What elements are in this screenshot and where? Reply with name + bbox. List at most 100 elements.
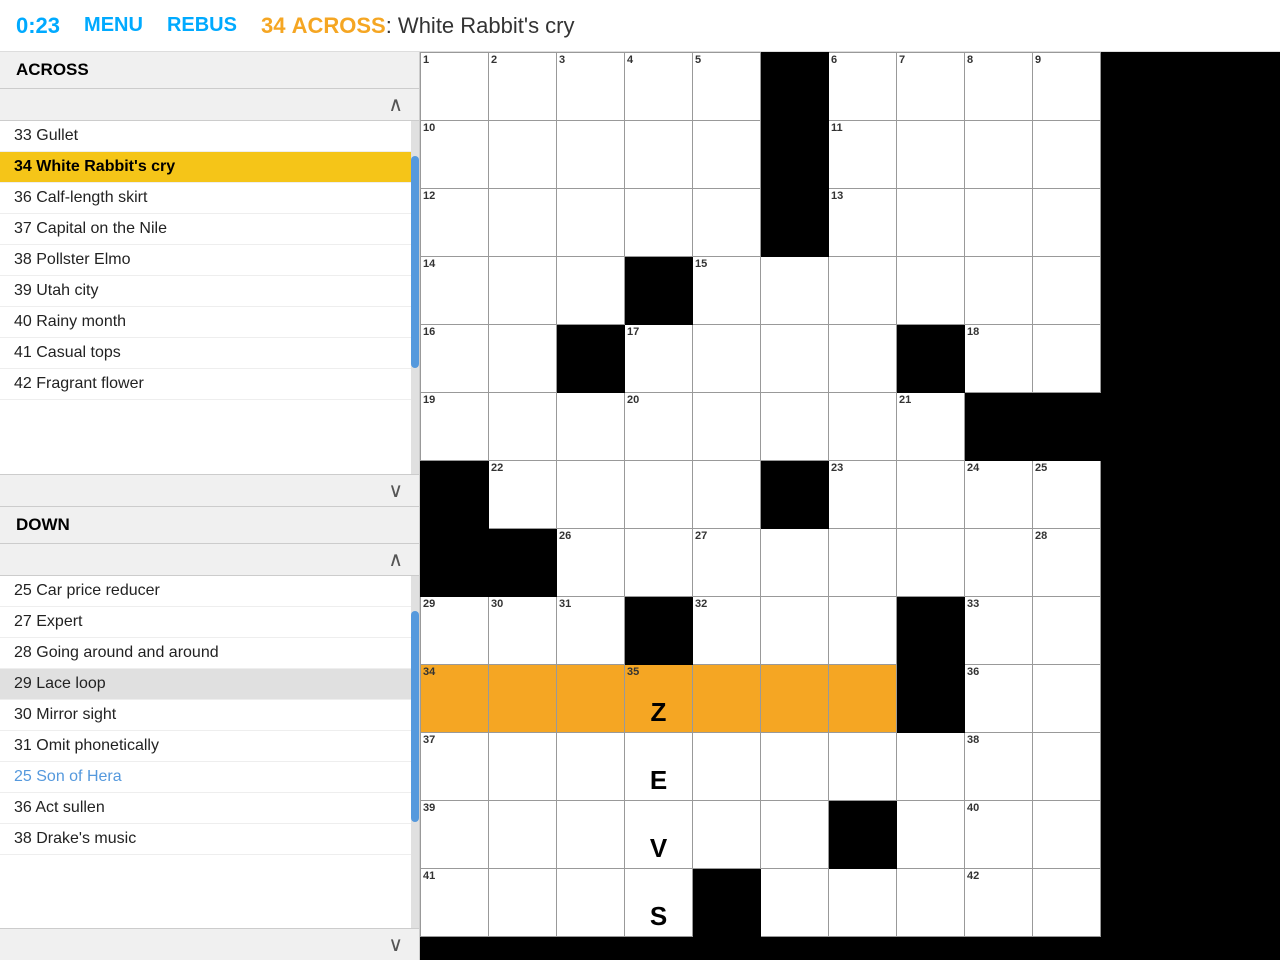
grid-cell[interactable]	[897, 121, 965, 189]
grid-cell[interactable]	[557, 801, 625, 869]
grid-cell[interactable]	[761, 665, 829, 733]
grid-cell[interactable]	[897, 665, 965, 733]
down-scroll-up[interactable]: ∧	[0, 544, 419, 576]
grid-cell[interactable]: 5	[693, 53, 761, 121]
grid-cell[interactable]	[761, 597, 829, 665]
grid-cell[interactable]: 31	[557, 597, 625, 665]
grid-cell[interactable]	[625, 257, 693, 325]
grid-cell[interactable]: 2	[489, 53, 557, 121]
grid-cell[interactable]	[557, 869, 625, 937]
grid-cell[interactable]: 32	[693, 597, 761, 665]
grid-cell[interactable]: 33	[965, 597, 1033, 665]
grid-cell[interactable]	[693, 121, 761, 189]
across-clue-item[interactable]: 33 Gullet	[0, 121, 419, 152]
grid-cell[interactable]: 4	[625, 53, 693, 121]
across-clue-item[interactable]: 39 Utah city	[0, 276, 419, 307]
down-clue-item[interactable]: 27 Expert	[0, 607, 419, 638]
grid-cell[interactable]	[557, 461, 625, 529]
across-scroll-down[interactable]: ∨	[0, 474, 419, 506]
grid-cell[interactable]: 13	[829, 189, 897, 257]
grid-cell[interactable]: 23	[829, 461, 897, 529]
grid-cell[interactable]	[829, 733, 897, 801]
down-clue-item[interactable]: 25 Son of Hera	[0, 762, 419, 793]
grid-cell[interactable]	[965, 189, 1033, 257]
crossword-grid[interactable]: 1234567891011121314151617181920212223242…	[420, 52, 1280, 960]
grid-cell[interactable]: 34	[421, 665, 489, 733]
grid-cell[interactable]	[557, 733, 625, 801]
grid-cell[interactable]	[829, 597, 897, 665]
menu-button[interactable]: MENU	[84, 14, 143, 37]
down-clue-item[interactable]: 30 Mirror sight	[0, 700, 419, 731]
grid-cell[interactable]	[1033, 257, 1101, 325]
rebus-button[interactable]: REBUS	[167, 14, 237, 37]
grid-cell[interactable]	[829, 869, 897, 937]
grid-cell[interactable]	[897, 529, 965, 597]
grid-cell[interactable]	[761, 869, 829, 937]
grid-cell[interactable]: 39	[421, 801, 489, 869]
grid-cell[interactable]: 26	[557, 529, 625, 597]
across-clue-item[interactable]: 42 Fragrant flower	[0, 369, 419, 400]
grid-cell[interactable]	[1033, 325, 1101, 393]
grid-cell[interactable]	[1033, 801, 1101, 869]
down-clue-item[interactable]: 31 Omit phonetically	[0, 731, 419, 762]
grid-cell[interactable]: 6	[829, 53, 897, 121]
grid-cell[interactable]	[489, 121, 557, 189]
down-scroll-down[interactable]: ∨	[0, 928, 419, 960]
grid-cell[interactable]: 8	[965, 53, 1033, 121]
grid-cell[interactable]	[761, 53, 829, 121]
grid-cell[interactable]: 18	[965, 325, 1033, 393]
across-clue-item[interactable]: 34 White Rabbit's cry	[0, 152, 419, 183]
across-clue-item[interactable]: 36 Calf-length skirt	[0, 183, 419, 214]
grid-cell[interactable]	[489, 733, 557, 801]
grid-cell[interactable]: 12	[421, 189, 489, 257]
grid-cell[interactable]	[761, 801, 829, 869]
grid-cell[interactable]: 27	[693, 529, 761, 597]
grid-cell[interactable]: E	[625, 733, 693, 801]
grid-cell[interactable]: V	[625, 801, 693, 869]
grid-cell[interactable]	[625, 189, 693, 257]
grid-cell[interactable]	[897, 733, 965, 801]
down-clue-item[interactable]: 28 Going around and around	[0, 638, 419, 669]
grid-cell[interactable]	[829, 665, 897, 733]
grid-cell[interactable]	[557, 121, 625, 189]
grid-cell[interactable]	[693, 189, 761, 257]
grid-cell[interactable]	[761, 529, 829, 597]
grid-cell[interactable]: 21	[897, 393, 965, 461]
grid-cell[interactable]	[557, 189, 625, 257]
grid-cell[interactable]	[829, 393, 897, 461]
grid-cell[interactable]: 20	[625, 393, 693, 461]
grid-cell[interactable]: 37	[421, 733, 489, 801]
grid-cell[interactable]: 14	[421, 257, 489, 325]
grid-cell[interactable]	[965, 393, 1033, 461]
grid-cell[interactable]: 3	[557, 53, 625, 121]
grid-cell[interactable]	[693, 665, 761, 733]
grid-cell[interactable]	[421, 529, 489, 597]
grid-cell[interactable]	[1033, 665, 1101, 733]
down-clue-item[interactable]: 25 Car price reducer	[0, 576, 419, 607]
grid-cell[interactable]	[1033, 189, 1101, 257]
grid-cell[interactable]	[761, 733, 829, 801]
grid-cell[interactable]	[897, 801, 965, 869]
grid-cell[interactable]: 38	[965, 733, 1033, 801]
grid-cell[interactable]: 30	[489, 597, 557, 665]
grid-cell[interactable]	[829, 325, 897, 393]
grid-cell[interactable]: 22	[489, 461, 557, 529]
grid-cell[interactable]: 29	[421, 597, 489, 665]
grid-cell[interactable]	[489, 325, 557, 393]
grid-cell[interactable]	[897, 325, 965, 393]
grid-cell[interactable]	[897, 869, 965, 937]
grid-cell[interactable]	[489, 801, 557, 869]
grid-cell[interactable]	[421, 461, 489, 529]
down-clue-item[interactable]: 38 Drake's music	[0, 824, 419, 855]
grid-cell[interactable]: 40	[965, 801, 1033, 869]
grid-cell[interactable]	[489, 189, 557, 257]
grid-cell[interactable]: 19	[421, 393, 489, 461]
down-clue-item[interactable]: 36 Act sullen	[0, 793, 419, 824]
grid-cell[interactable]	[489, 529, 557, 597]
grid-cell[interactable]: 10	[421, 121, 489, 189]
down-clue-item[interactable]: 29 Lace loop	[0, 669, 419, 700]
grid-cell[interactable]: 28	[1033, 529, 1101, 597]
grid-cell[interactable]	[1033, 869, 1101, 937]
across-clue-item[interactable]: 41 Casual tops	[0, 338, 419, 369]
grid-cell[interactable]	[1033, 393, 1101, 461]
